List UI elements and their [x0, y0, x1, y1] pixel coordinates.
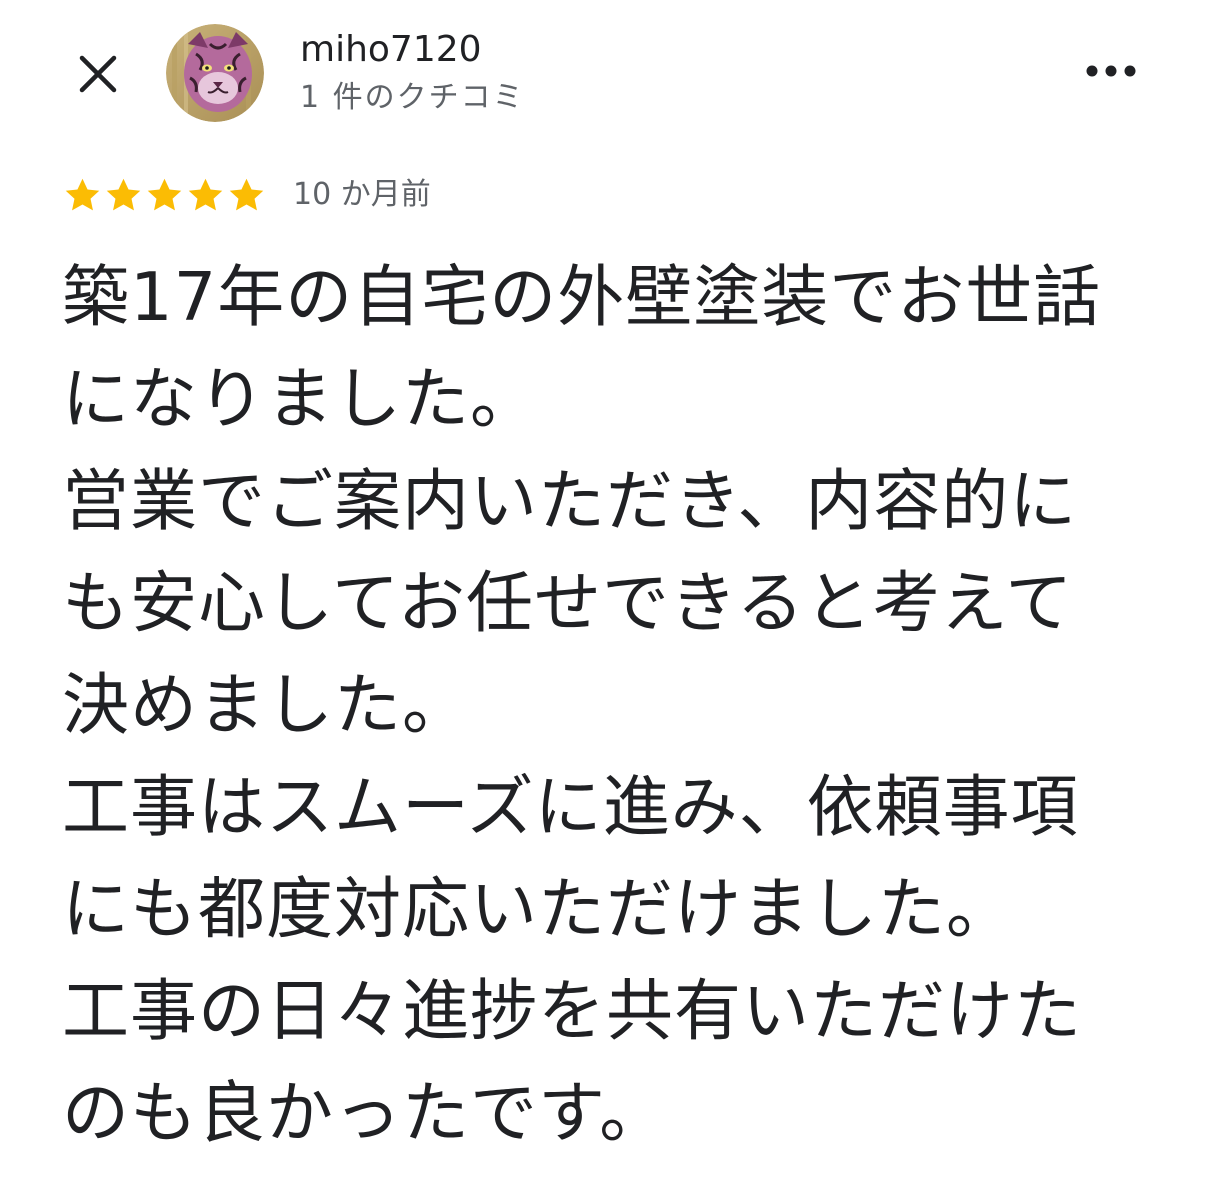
star-icon: [106, 178, 141, 210]
star-icon: [147, 178, 182, 210]
review-time: 10 か月前: [293, 177, 431, 212]
rating-row: 10 か月前: [62, 172, 431, 218]
review-text-line: 築17年の自宅の外壁塗装でお世話: [62, 258, 1102, 336]
review-count: 1 件のクチコミ: [300, 80, 525, 115]
review-text-line: にも都度対応いただけました。: [62, 870, 1014, 948]
tiger-avatar-image: [166, 24, 264, 122]
star-icon: [188, 178, 223, 210]
review-header: miho7120 1 件のクチコミ: [0, 0, 1206, 150]
user-name[interactable]: miho7120: [300, 26, 482, 74]
more-options-button[interactable]: [1076, 46, 1146, 96]
review-text-line: のも良かったです。: [62, 1074, 668, 1152]
star-rating: [62, 175, 267, 216]
review-text-line: 工事はスムーズに進み、依頼事項: [62, 768, 1079, 846]
more-horizontal-icon: [1086, 65, 1136, 77]
review-text-line: も安心してお任せできると考えて: [62, 564, 1074, 642]
close-button[interactable]: [66, 42, 130, 106]
review-text: 築17年の自宅の外壁塗装でお世話 になりました。営業でご案内いただき、内容的に も安…: [62, 246, 1162, 1164]
review-text-line: 決めました。: [62, 666, 470, 744]
close-icon: [79, 55, 117, 93]
star-icon: [65, 178, 100, 210]
review-text-line: 営業でご案内いただき、内容的に: [62, 462, 1078, 540]
review-text-line: になりました。: [62, 360, 538, 438]
avatar[interactable]: [166, 24, 264, 122]
star-icon: [229, 178, 264, 210]
review-text-line: 工事の日々進捗を共有いただけた: [62, 972, 1082, 1050]
